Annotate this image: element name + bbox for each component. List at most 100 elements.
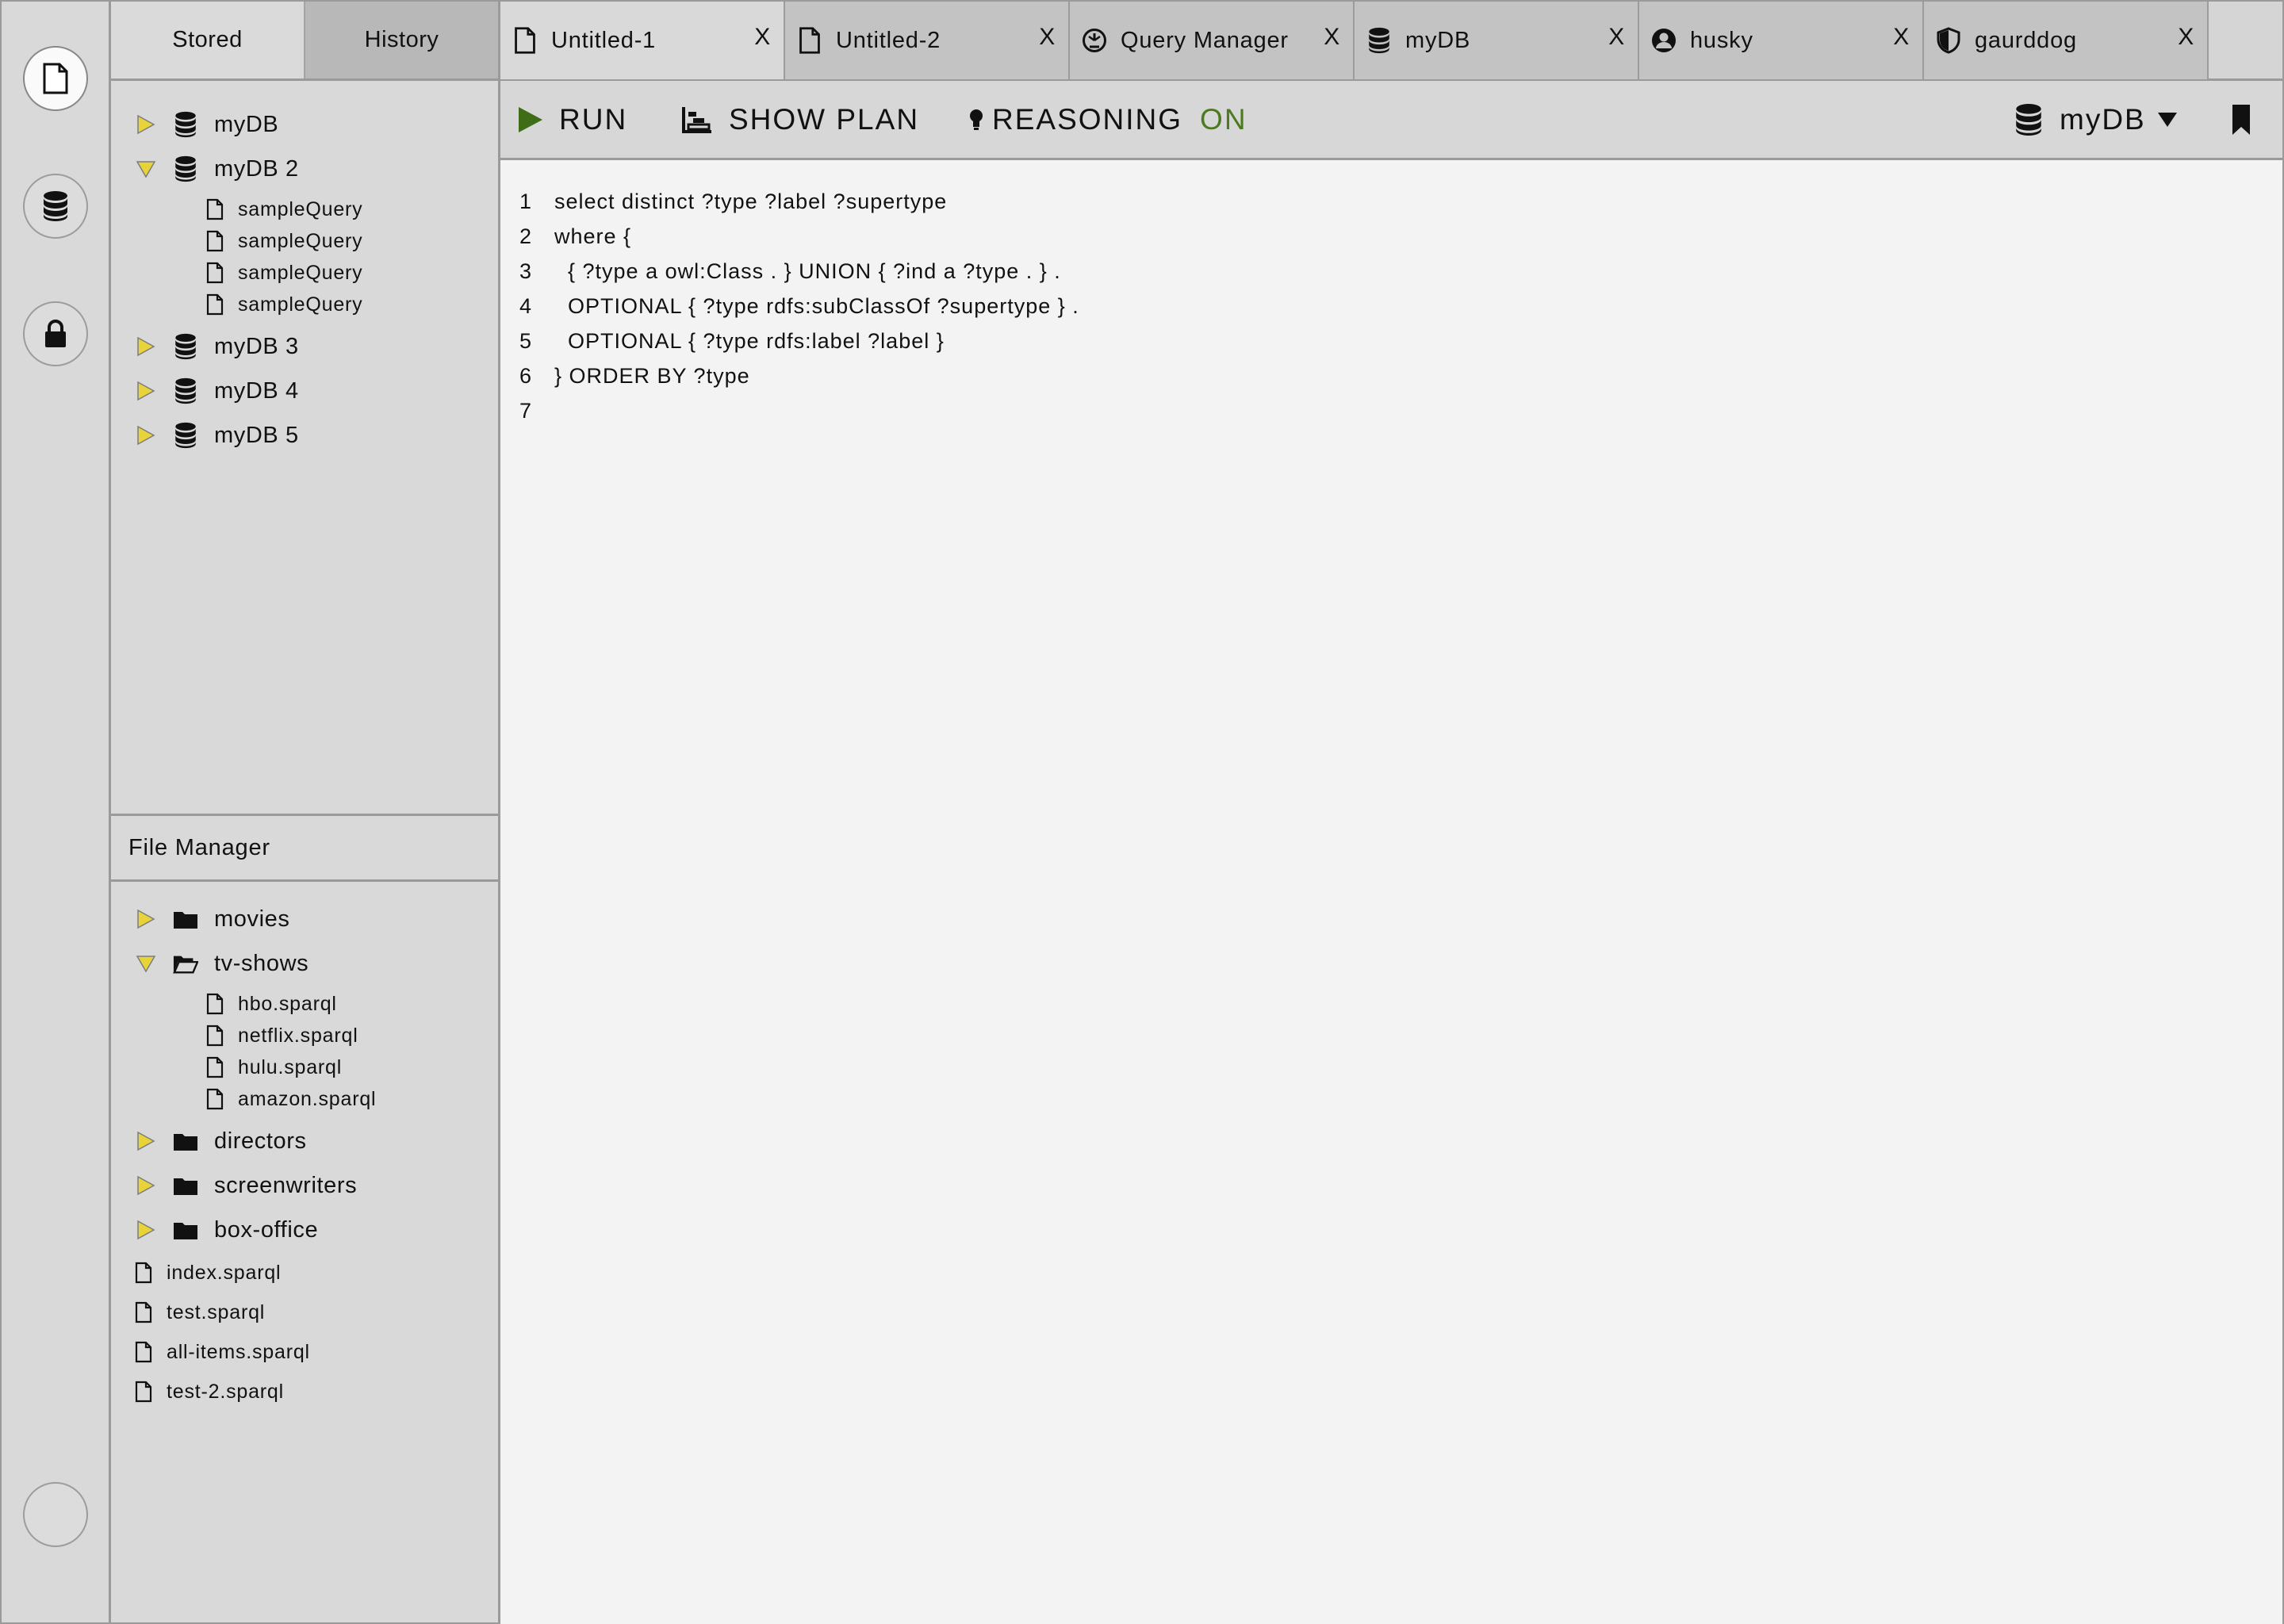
tab-query-manager[interactable]: Query Manager X xyxy=(1070,2,1355,79)
plan-icon xyxy=(682,107,711,133)
folder-label: box-office xyxy=(214,1216,319,1243)
folder-box-office[interactable]: box-office xyxy=(135,1210,318,1250)
file-item[interactable]: hbo.sparql xyxy=(206,988,337,1020)
code-text: where { xyxy=(554,224,632,248)
code-text: { ?type a owl:Class . } UNION { ?ind a ?… xyxy=(554,259,1061,283)
folder-directors[interactable]: directors xyxy=(135,1121,307,1161)
gauge-icon xyxy=(1083,29,1106,52)
folder-label: tv-shows xyxy=(214,950,309,976)
line-number: 7 xyxy=(519,398,533,423)
document-icon xyxy=(206,1025,224,1047)
close-tab-button[interactable]: X xyxy=(1039,24,1056,51)
document-icon xyxy=(135,1301,152,1323)
file-label: amazon.sparql xyxy=(238,1087,377,1110)
line-number: 6 xyxy=(519,363,533,388)
code-line[interactable]: 2 where { xyxy=(500,219,2282,254)
expand-arrow-icon[interactable] xyxy=(135,1130,157,1152)
reasoning-label: REASONING xyxy=(992,103,1183,136)
file-item[interactable]: amazon.sparql xyxy=(206,1083,376,1115)
document-icon xyxy=(206,993,224,1015)
file-label: hbo.sparql xyxy=(238,992,337,1015)
line-number: 3 xyxy=(519,259,533,283)
expand-arrow-icon[interactable] xyxy=(135,908,157,930)
database-selector-label: myDB xyxy=(2060,103,2146,136)
close-tab-button[interactable]: X xyxy=(754,24,771,51)
code-line[interactable]: 7 xyxy=(500,393,2282,428)
document-icon xyxy=(135,1262,152,1284)
bookmark-button[interactable] xyxy=(2232,81,2251,159)
tab-mydb[interactable]: myDB X xyxy=(1355,2,1639,79)
file-item[interactable]: hulu.sparql xyxy=(206,1051,342,1083)
file-item[interactable]: all-items.sparql xyxy=(135,1336,310,1368)
code-text: } ORDER BY ?type xyxy=(554,363,750,388)
file-label: hulu.sparql xyxy=(238,1055,343,1078)
database-selector[interactable]: myDB xyxy=(2015,81,2178,159)
file-item[interactable]: index.sparql xyxy=(135,1257,281,1289)
folder-icon xyxy=(174,1134,197,1151)
file-item[interactable]: netflix.sparql xyxy=(206,1020,358,1051)
code-line[interactable]: 6 } ORDER BY ?type xyxy=(500,358,2282,393)
code-line[interactable]: 4 OPTIONAL { ?type rdfs:subClassOf ?supe… xyxy=(500,289,2282,324)
folder-screenwriters[interactable]: screenwriters xyxy=(135,1166,357,1205)
database-icon xyxy=(1369,27,1389,54)
tab-label: Query Manager xyxy=(1121,27,1289,53)
query-editor[interactable]: 1 select distinct ?type ?label ?supertype… xyxy=(500,160,2282,1624)
shield-icon xyxy=(1937,27,1960,54)
tab-label: husky xyxy=(1690,27,1753,53)
line-number: 5 xyxy=(519,328,533,353)
close-tab-button[interactable]: X xyxy=(2178,24,2194,51)
document-icon xyxy=(135,1341,152,1363)
rail-document-button[interactable] xyxy=(23,46,88,111)
tabbar-spacer xyxy=(2209,2,2282,79)
database-icon xyxy=(2016,104,2041,136)
bookmark-icon xyxy=(2232,105,2250,135)
code-text: OPTIONAL { ?type rdfs:subClassOf ?supert… xyxy=(554,293,1079,318)
document-tabbar: Untitled-1 X Untitled-2 X Query Manager … xyxy=(500,2,2282,81)
close-tab-button[interactable]: X xyxy=(1893,24,1910,51)
reasoning-state: ON xyxy=(1200,103,1247,136)
expand-arrow-icon[interactable] xyxy=(135,1174,157,1197)
code-text: select distinct ?type ?label ?supertype xyxy=(554,189,948,213)
file-item[interactable]: test.sparql xyxy=(135,1297,265,1328)
tab-husky[interactable]: husky X xyxy=(1639,2,1924,79)
main-panel: Untitled-1 X Untitled-2 X Query Manager … xyxy=(500,0,2284,1624)
folder-open-icon xyxy=(173,956,198,974)
reasoning-toggle[interactable]: REASONING ON xyxy=(968,81,1247,159)
code-line[interactable]: 5 OPTIONAL { ?type rdfs:label ?label } xyxy=(500,324,2282,358)
folder-icon xyxy=(174,1178,197,1195)
folder-label: screenwriters xyxy=(214,1172,358,1198)
rail-empty-button[interactable] xyxy=(23,1482,88,1547)
folder-tv-shows[interactable]: tv-shows xyxy=(135,944,308,983)
code-line[interactable]: 3 { ?type a owl:Class . } UNION { ?ind a… xyxy=(500,254,2282,289)
show-plan-button[interactable]: SHOW PLAN xyxy=(681,81,919,159)
document-icon xyxy=(43,63,68,94)
rail-lock-button[interactable] xyxy=(23,301,88,366)
close-tab-button[interactable]: X xyxy=(1324,24,1340,51)
left-rail xyxy=(0,0,111,1624)
file-label: test.sparql xyxy=(167,1300,266,1323)
folder-icon xyxy=(174,1223,197,1239)
tab-gaurddog[interactable]: gaurddog X xyxy=(1924,2,2209,79)
tab-untitled-2[interactable]: Untitled-2 X xyxy=(785,2,1070,79)
database-icon xyxy=(44,191,67,221)
lock-icon xyxy=(45,320,66,347)
tab-label: myDB xyxy=(1405,27,1471,53)
run-label: RUN xyxy=(559,103,628,136)
folder-movies[interactable]: movies xyxy=(135,899,289,939)
collapse-arrow-icon[interactable] xyxy=(135,952,157,975)
expand-arrow-icon[interactable] xyxy=(135,1219,157,1241)
file-item[interactable]: test-2.sparql xyxy=(135,1376,284,1408)
dropdown-arrow-icon xyxy=(2157,113,2177,127)
code-line[interactable]: 1 select distinct ?type ?label ?supertype xyxy=(500,184,2282,219)
query-toolbar: RUN SHOW PLAN REASONING ON myDB xyxy=(500,81,2282,160)
folder-label: directors xyxy=(214,1128,307,1154)
line-number: 1 xyxy=(519,189,533,213)
file-label: test-2.sparql xyxy=(167,1380,284,1403)
file-manager-tree: movies tv-shows hbo.sparql netflix.sparq… xyxy=(111,2,498,1622)
run-button[interactable]: RUN xyxy=(518,81,627,159)
document-icon xyxy=(206,1056,224,1078)
document-icon xyxy=(206,1088,224,1110)
close-tab-button[interactable]: X xyxy=(1608,24,1625,51)
tab-untitled-1[interactable]: Untitled-1 X xyxy=(500,2,785,79)
rail-database-button[interactable] xyxy=(23,174,88,239)
